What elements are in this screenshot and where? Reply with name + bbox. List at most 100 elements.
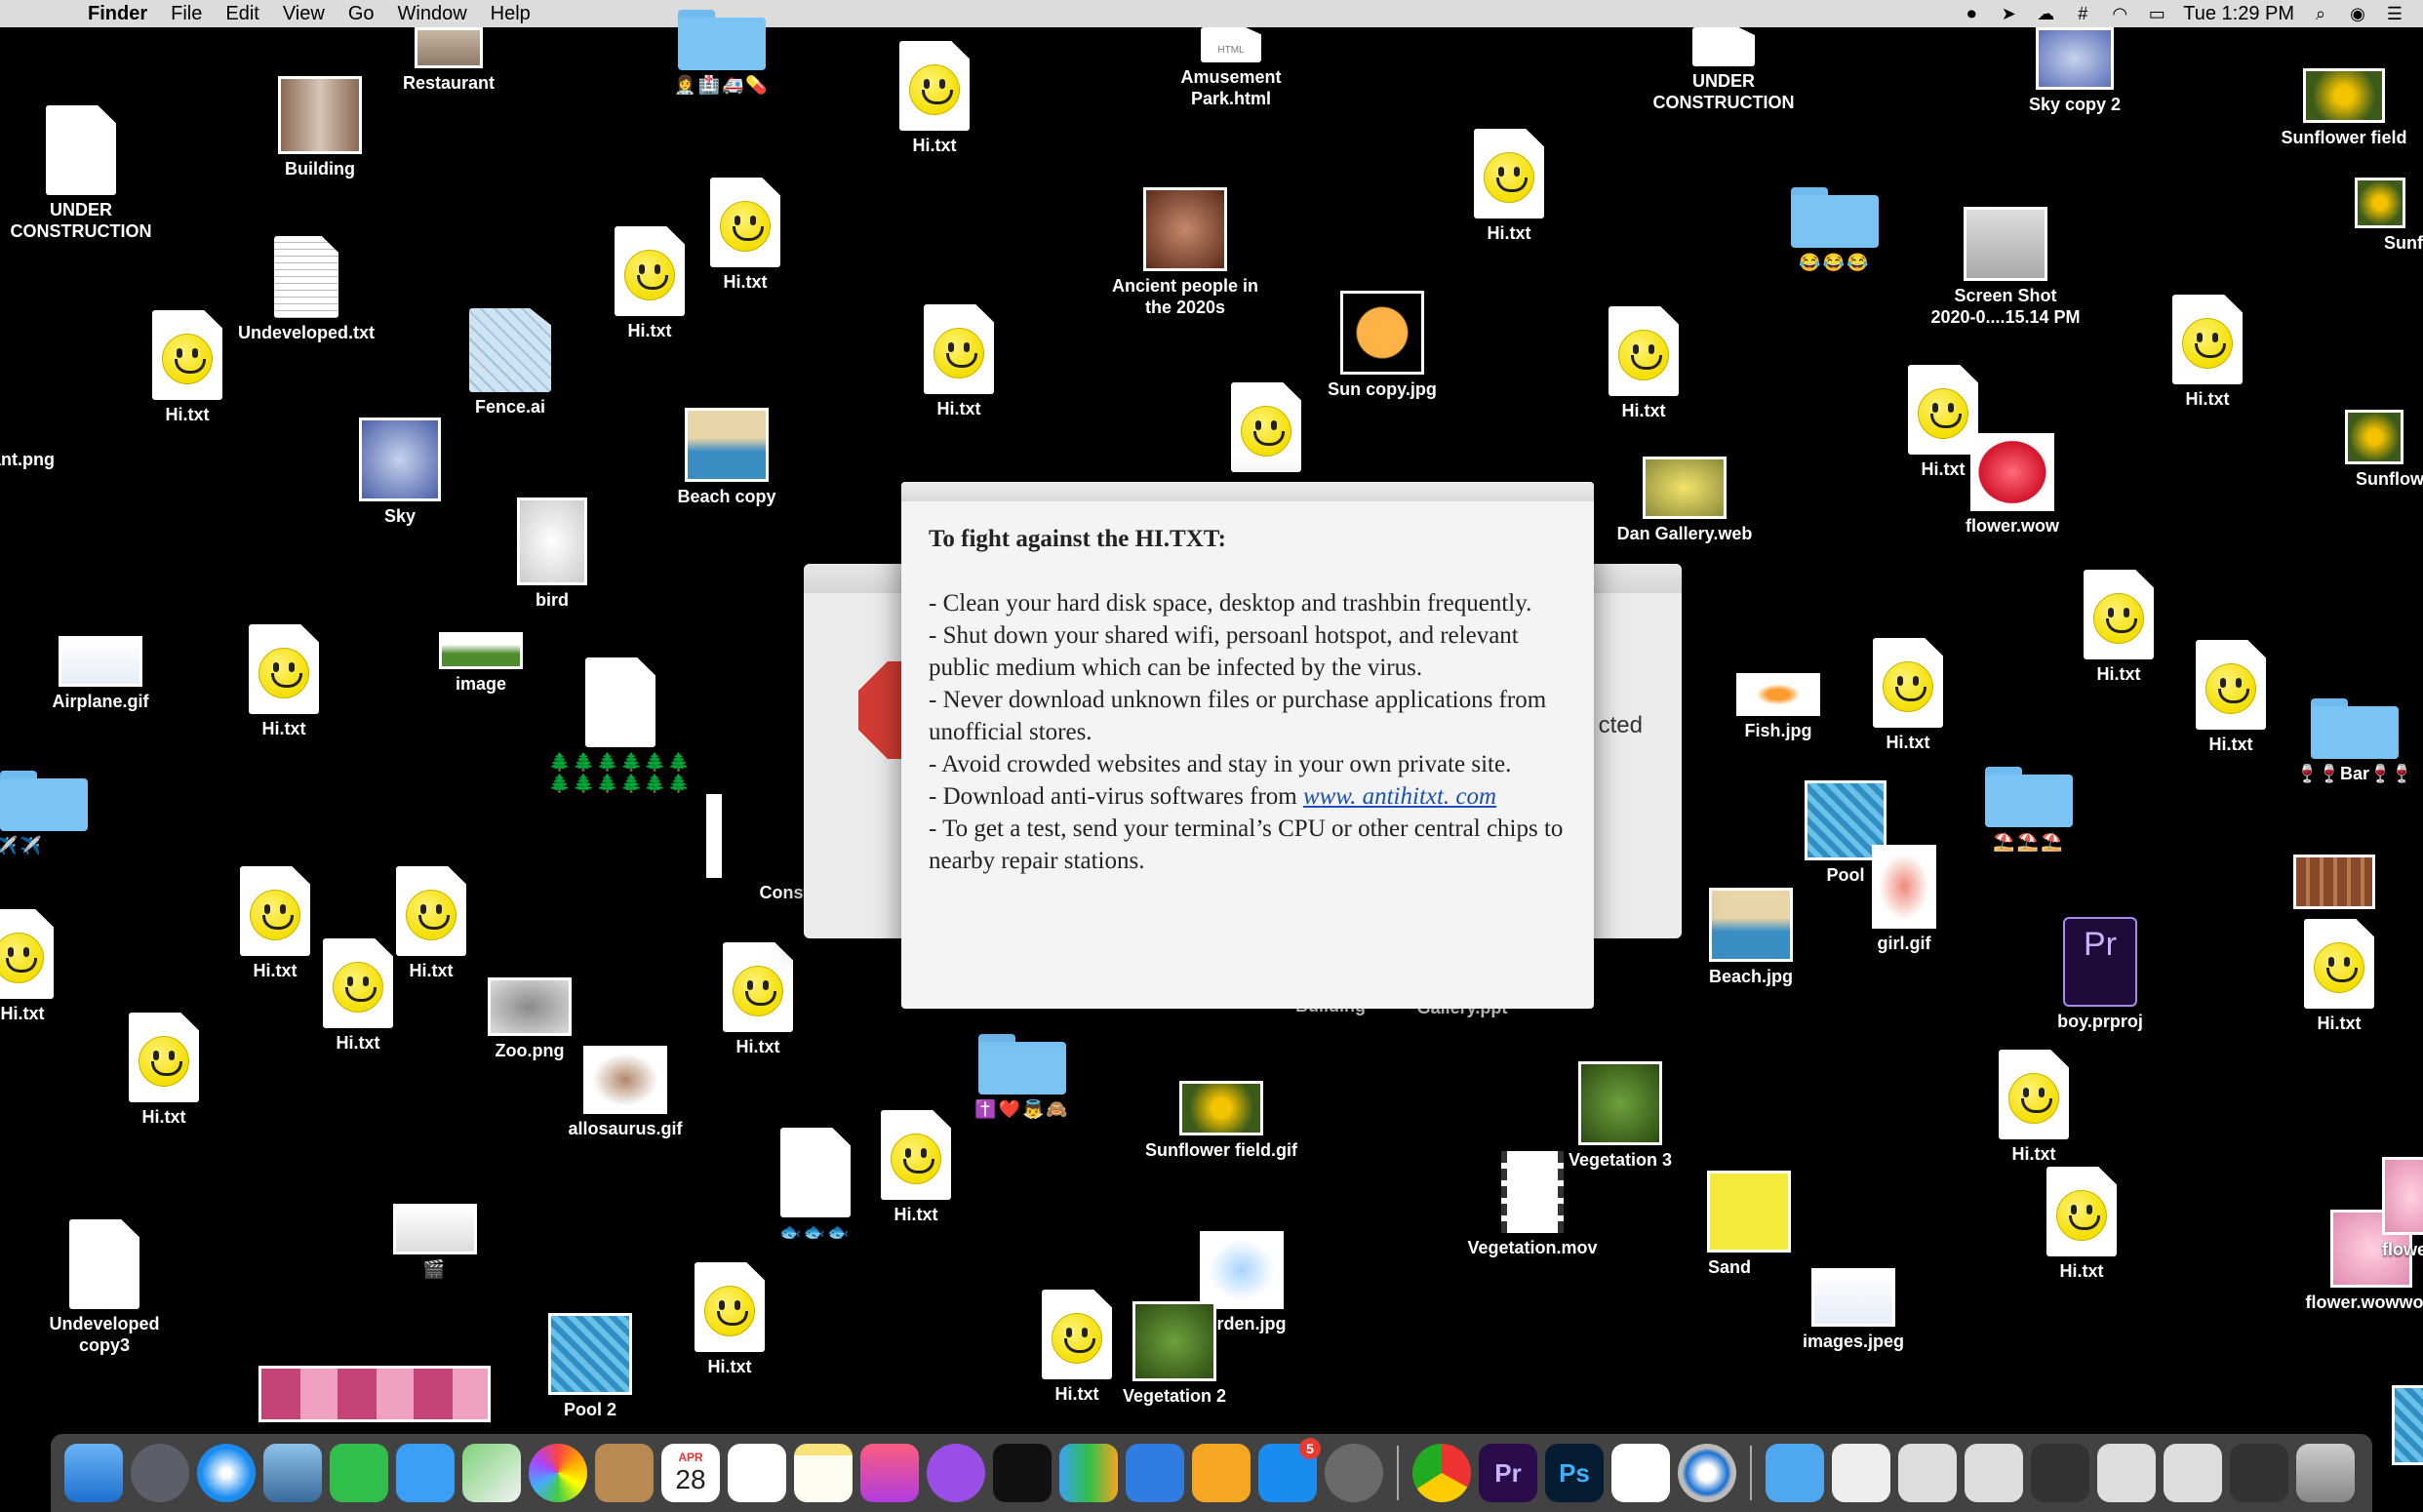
desktop-icon-hi-txt[interactable]: Hi.txt xyxy=(670,942,846,1057)
desktop-icon-building[interactable]: Building xyxy=(232,76,408,179)
desktop-icon-beach-jpg[interactable]: Beach.jpg xyxy=(1663,888,1839,987)
recent-document-icon[interactable] xyxy=(2230,1444,2288,1502)
chrome-icon[interactable] xyxy=(1412,1444,1471,1502)
downloads-folder-icon[interactable] xyxy=(1766,1444,1824,1502)
antivirus-link[interactable]: www. antihitxt. com xyxy=(1303,783,1496,810)
menubar-clock[interactable]: Tue 1:29 PM xyxy=(2183,3,2294,25)
menu-go[interactable]: Go xyxy=(337,0,386,27)
desktop-folder-airplanes[interactable]: ✈️✈️ xyxy=(0,771,137,856)
desktop-icon-hi-txt[interactable]: Hi.txt xyxy=(270,938,446,1054)
desktop-icon-screenshot[interactable]: Screen Shot 2020-0....15.14 PM xyxy=(1918,207,2093,328)
podcasts-icon[interactable] xyxy=(927,1444,985,1502)
desktop-icon-beach-copy[interactable]: Beach copy xyxy=(639,408,814,507)
desktop-icon-restaurant-png[interactable]: rant.png xyxy=(0,363,107,470)
desktop-icon-sky[interactable]: Sky xyxy=(312,418,488,527)
desktop-icon-hi-txt[interactable]: Hi.txt xyxy=(1946,1050,2122,1165)
desktop-icon-ancient-people[interactable]: Ancient people in the 2020s xyxy=(1097,187,1273,318)
desktop-icon-sunflower-f[interactable]: Sunflower f xyxy=(2286,410,2423,490)
maps-icon[interactable] xyxy=(462,1444,521,1502)
desktop-folder-medical[interactable]: 👩‍⚕️🏥🚑💊 xyxy=(634,10,810,96)
desktop-icon-hi-txt-partial[interactable] xyxy=(1178,382,1354,472)
desktop-icon-hi-txt[interactable]: Hi.txt xyxy=(2120,295,2295,410)
calendar-icon[interactable]: APR 28 xyxy=(661,1444,720,1502)
desktop-icon-hi-txt[interactable]: Hi.txt xyxy=(871,304,1047,419)
desktop-icon-fish-document[interactable]: 🐟🐟🐟 xyxy=(728,1128,903,1243)
desktop-icon-hi-txt[interactable]: Hi.txt xyxy=(1421,129,1597,244)
desktop-icon-fence-ai[interactable]: Fence.ai xyxy=(422,308,598,418)
desktop-icon-hi-txt[interactable]: Hi.txt xyxy=(847,41,1022,156)
desktop-icon-hi-txt[interactable]: Hi.txt xyxy=(2251,919,2423,1034)
notification-center-icon[interactable]: ☰ xyxy=(2384,3,2405,24)
quicktime-icon[interactable] xyxy=(1678,1444,1736,1502)
desktop-icon-hi-txt[interactable]: Hi.txt xyxy=(0,909,110,1024)
contacts-icon[interactable] xyxy=(595,1444,654,1502)
recent-document-icon[interactable] xyxy=(1898,1444,1957,1502)
finder-icon[interactable] xyxy=(64,1444,123,1502)
keynote-icon[interactable] xyxy=(1126,1444,1184,1502)
record-icon[interactable]: ⏺ xyxy=(1961,3,1982,24)
dialog-titlebar[interactable] xyxy=(901,482,1594,501)
desktop-icon-hi-txt[interactable]: Hi.txt xyxy=(99,310,275,425)
desktop-icon-sunflower-field[interactable]: Sunflower field xyxy=(2256,68,2423,148)
desktop-icon-under-construction-2[interactable]: UNDER CONSTRUCTION xyxy=(1636,27,1811,113)
desktop-icon-hi-txt[interactable]: Hi.txt xyxy=(196,624,372,739)
desktop-icon-boy-prproj[interactable]: Pr boy.prproj xyxy=(2012,917,2188,1032)
desktop-icon-hi-txt[interactable]: Hi.txt xyxy=(1820,638,1996,753)
photos-icon[interactable] xyxy=(529,1444,587,1502)
desktop-folder-faith[interactable]: ✝️❤️👼🙈 xyxy=(934,1034,1110,1120)
textedit-icon[interactable] xyxy=(1611,1444,1670,1502)
desktop-icon-images-jpeg[interactable]: images.jpeg xyxy=(1766,1268,1941,1352)
desktop-folder-beach[interactable]: ⛱️⛱️⛱️ xyxy=(1941,767,2117,853)
desktop-icon-airplane-gif[interactable]: Airplane.gif xyxy=(13,636,188,712)
notes-icon[interactable] xyxy=(794,1444,853,1502)
recent-document-icon[interactable] xyxy=(1832,1444,1890,1502)
creative-cloud-icon[interactable]: ☁ xyxy=(2035,3,2056,24)
launchpad-icon[interactable] xyxy=(131,1444,189,1502)
recent-document-icon[interactable] xyxy=(2097,1444,2156,1502)
desktop-icon-dan-gallery[interactable]: Dan Gallery.web xyxy=(1597,457,1772,544)
menu-view[interactable]: View xyxy=(271,0,337,27)
desktop-icon-pool-2[interactable]: Pool 2 xyxy=(502,1313,678,1420)
desktop-icon-clapperboard[interactable]: 🎬 xyxy=(347,1204,523,1280)
menu-help[interactable]: Help xyxy=(479,0,542,27)
facetime-icon[interactable] xyxy=(330,1444,388,1502)
desktop-icon-sky-copy-2[interactable]: Sky copy 2 xyxy=(1987,27,2163,115)
spotlight-search-icon[interactable]: ⌕ xyxy=(2310,3,2331,24)
desktop-icon-hi-txt[interactable]: Hi.txt xyxy=(76,1013,252,1128)
recent-document-icon[interactable] xyxy=(2031,1444,2089,1502)
desktop-icon-sunflower-field-gif[interactable]: Sunflower field.gif xyxy=(1133,1081,1309,1161)
reminders-icon[interactable] xyxy=(728,1444,786,1502)
desktop-icon-under-construction-1[interactable]: UNDER CONSTRUCTION xyxy=(0,105,169,242)
photoshop-icon[interactable]: Ps xyxy=(1545,1444,1604,1502)
wifi-icon[interactable]: ◠ xyxy=(2109,3,2130,24)
safari-icon[interactable] xyxy=(197,1444,256,1502)
pages-icon[interactable] xyxy=(1192,1444,1251,1502)
music-icon[interactable] xyxy=(860,1444,919,1502)
menu-edit[interactable]: Edit xyxy=(214,0,270,27)
send-icon[interactable]: ➤ xyxy=(1998,3,2019,24)
preview-icon[interactable] xyxy=(263,1444,322,1502)
desktop-icon-allosaurus[interactable]: allosaurus.gif xyxy=(537,1046,713,1139)
desktop-icon-bird[interactable]: bird xyxy=(464,497,640,611)
desktop-icon-sunflower-truncated[interactable]: Sunflowe xyxy=(2296,178,2423,254)
desktop-folder-laughing[interactable]: 😂😂😂 xyxy=(1747,187,1923,273)
apple-tv-icon[interactable] xyxy=(993,1444,1052,1502)
recent-document-icon[interactable] xyxy=(1965,1444,2023,1502)
desktop-icon-flower-wow[interactable]: flower.wow xyxy=(1925,433,2100,537)
desktop-icon-amusement-park[interactable]: HTML Amusement Park.html xyxy=(1143,27,1319,109)
desktop-icon-undeveloped-copy3[interactable]: Undeveloped copy3 xyxy=(17,1219,192,1356)
premiere-icon[interactable]: Pr xyxy=(1479,1444,1537,1502)
desktop-icon-brick[interactable] xyxy=(2246,855,2422,909)
desktop-icon-sand[interactable]: Sand xyxy=(1661,1171,1837,1278)
menu-file[interactable]: File xyxy=(159,0,214,27)
desktop-icon-flowers-strip[interactable] xyxy=(258,1366,491,1422)
desktop-icon-trees[interactable]: 🌲🌲🌲🌲🌲🌲 🌲🌲🌲🌲🌲🌲 xyxy=(533,657,708,794)
desktop-folder-bar[interactable]: 🍷🍷Bar🍷🍷 xyxy=(2267,698,2423,784)
system-preferences-icon[interactable] xyxy=(1325,1444,1383,1502)
desktop-icon-hi-txt[interactable]: Hi.txt xyxy=(1556,306,1731,421)
desktop-icon-girl-gif[interactable]: girl.gif xyxy=(1816,845,1992,954)
desktop-icon-hi-txt[interactable]: Hi.txt xyxy=(1994,1167,2169,1282)
messages-icon[interactable] xyxy=(396,1444,455,1502)
desktop-icon-flower-wow-2[interactable]: flower.wow xyxy=(2322,1157,2423,1260)
numbers-icon[interactable] xyxy=(1059,1444,1118,1502)
